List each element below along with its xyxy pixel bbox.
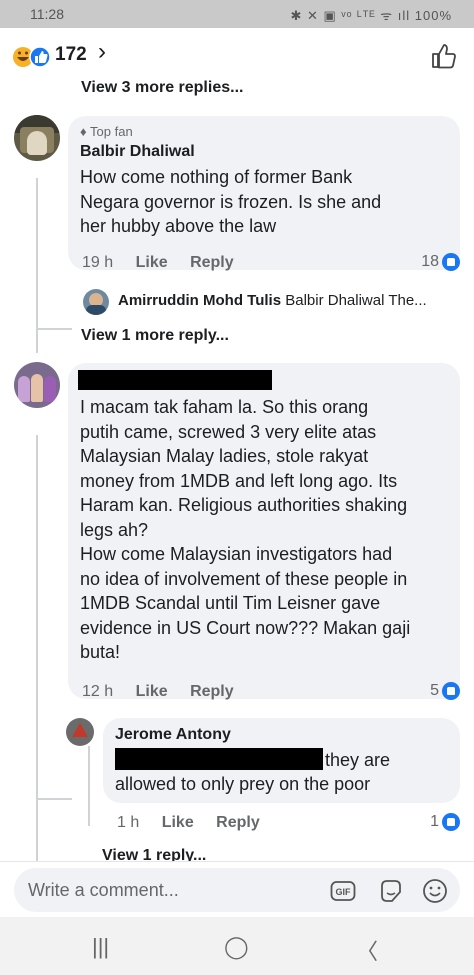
- view-more-reply[interactable]: View 1 more reply...: [81, 327, 229, 345]
- comment-line: legs ah?: [80, 519, 149, 540]
- comments-sheet: 172 › View 3 more replies... ♦ Top fan B…: [0, 28, 474, 861]
- status-indicators: ✱ ✕ ▣ ᵛᵒ ᴸᵀᴱ ᯤ ıll 100%: [290, 8, 452, 23]
- status-time: 11:28: [30, 6, 64, 22]
- comment-bubble[interactable]: I macam tak faham la. So this orang puti…: [68, 363, 460, 699]
- reaction-number: 5: [430, 682, 439, 699]
- comment-line: her hubby above the law: [80, 216, 277, 236]
- like-icon: [442, 253, 460, 271]
- reply-button[interactable]: Reply: [190, 683, 234, 700]
- comment-line: no idea of involvement of these people i…: [80, 568, 408, 589]
- comment-line: putih came, screwed 3 very elite atas: [80, 421, 377, 442]
- redacted-author: [78, 370, 272, 390]
- view-reply-partial[interactable]: View 1 reply...: [102, 847, 206, 861]
- comment-time: 19 h: [82, 254, 114, 271]
- reaction-number: 1: [430, 813, 439, 830]
- comment-input[interactable]: [28, 876, 308, 904]
- reaction-count[interactable]: 172: [55, 44, 87, 66]
- comment-composer: GIF: [0, 861, 474, 917]
- avatar[interactable]: [14, 362, 60, 408]
- like-icon: [442, 813, 460, 831]
- thread-line: [36, 178, 38, 353]
- comment-text: I macam tak faham la. So this orang puti…: [80, 395, 456, 665]
- status-bar: 11:28 ✱ ✕ ▣ ᵛᵒ ᴸᵀᴱ ᯤ ıll 100%: [0, 0, 474, 28]
- comment-line: buta!: [80, 642, 121, 662]
- thread-connector: [36, 328, 72, 330]
- comment-line: I macam tak faham la. So this orang: [80, 397, 369, 417]
- back-icon[interactable]: 〈: [356, 934, 378, 966]
- view-more-replies[interactable]: View 3 more replies...: [81, 79, 243, 97]
- reaction-summary[interactable]: 5: [430, 682, 460, 700]
- reply-preview[interactable]: Amirruddin Mohd Tulis Balbir Dhaliwal Th…: [118, 292, 427, 309]
- reply-avatar[interactable]: [83, 289, 109, 315]
- thread-line: [88, 746, 90, 826]
- recents-icon[interactable]: |||: [92, 934, 109, 960]
- comment-line: 1MDB Scandal until Tim Leisner gave: [80, 593, 381, 613]
- comment-line: money from 1MDB and left long ago. Its: [80, 470, 398, 491]
- comments-header: 172 ›: [0, 28, 474, 80]
- comment-line: Haram kan. Religious authorities shaking: [80, 495, 408, 515]
- chevron-right-icon[interactable]: ›: [98, 38, 106, 66]
- reply-button[interactable]: Reply: [216, 814, 260, 831]
- comment-author[interactable]: Balbir Dhaliwal: [80, 143, 195, 161]
- reply-author[interactable]: Jerome Antony: [115, 726, 231, 744]
- comment-time: 12 h: [82, 683, 114, 700]
- reply-text-line2: allowed to only prey on the poor: [115, 774, 371, 794]
- reactions-icon[interactable]: [12, 46, 52, 68]
- home-icon[interactable]: ◯: [224, 934, 249, 960]
- like-button[interactable]: Like: [162, 814, 194, 831]
- comment-line: How come nothing of former Bank: [80, 167, 353, 187]
- like-icon: [442, 682, 460, 700]
- badge-label: Top fan: [90, 124, 133, 139]
- like-button[interactable]: Like: [136, 254, 168, 271]
- comment-line: How come Malaysian investigators had: [80, 544, 393, 564]
- comment-line: Malaysian Malay ladies, stole rakyat: [80, 446, 369, 466]
- reply-bubble[interactable]: Jerome Antony they are allowed to only p…: [103, 718, 460, 803]
- comment-input-box[interactable]: GIF: [14, 868, 460, 912]
- svg-text:GIF: GIF: [336, 887, 352, 897]
- comment-line: Negara governor is frozen. Is she and: [80, 191, 382, 212]
- avatar[interactable]: [14, 115, 60, 161]
- reply-avatar[interactable]: [66, 718, 94, 746]
- reply-time: 1 h: [117, 814, 140, 831]
- comment-actions: 19 h Like Reply: [82, 254, 252, 272]
- reply-preview-author[interactable]: Amirruddin Mohd Tulis: [118, 292, 281, 309]
- redacted-text: [115, 748, 323, 770]
- like-button[interactable]: Like: [136, 683, 168, 700]
- diamond-icon: ♦: [80, 124, 87, 139]
- reply-text-line1: they are: [325, 750, 391, 770]
- comment-line: evidence in US Court now??? Makan gaji: [80, 617, 411, 638]
- comment-actions: 12 h Like Reply: [82, 683, 252, 701]
- gif-icon[interactable]: GIF: [330, 878, 356, 904]
- reaction-number: 18: [421, 253, 439, 270]
- like-outline-icon[interactable]: [430, 42, 458, 70]
- emoji-icon[interactable]: [422, 878, 448, 904]
- reaction-summary[interactable]: 18: [421, 253, 460, 271]
- reply-preview-snippet: Balbir Dhaliwal The...: [285, 292, 427, 309]
- comment-text: How come nothing of former Bank Negara g…: [80, 165, 450, 239]
- reply-actions: 1 h Like Reply: [117, 814, 278, 832]
- top-fan-badge: ♦ Top fan: [80, 124, 133, 139]
- sticker-icon[interactable]: [378, 878, 404, 904]
- thread-connector: [36, 798, 72, 800]
- comment-bubble[interactable]: ♦ Top fan Balbir Dhaliwal How come nothi…: [68, 116, 460, 270]
- reply-button[interactable]: Reply: [190, 254, 234, 271]
- system-nav-bar: ||| ◯ 〈: [0, 917, 474, 975]
- reaction-summary[interactable]: 1: [430, 813, 460, 831]
